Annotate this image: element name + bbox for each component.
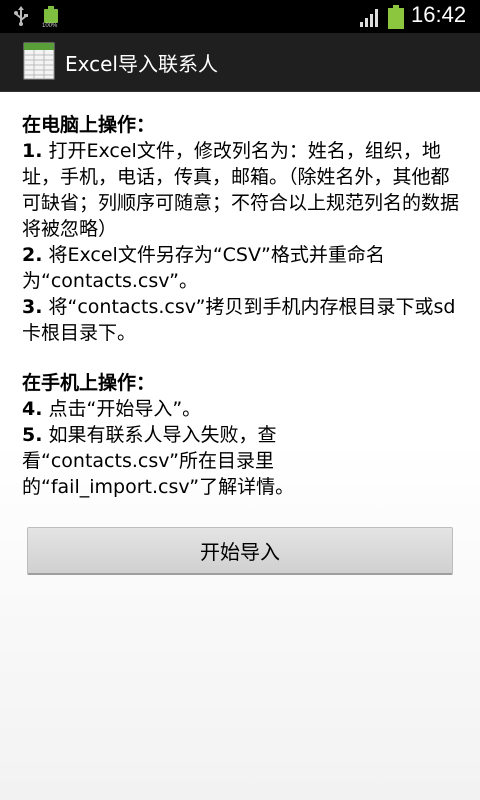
step-3-text: 将“contacts.csv”拷贝到手机内存根目录下或sd卡根目录下。 (22, 296, 456, 344)
battery-small-icon: 100% (42, 6, 58, 29)
battery-icon (388, 5, 404, 29)
step-1-text: 打开Excel文件，修改列名为：姓名，组织，地址，手机，电话，传真，邮箱。（除姓… (22, 140, 460, 240)
step-5-line-2: 看“contacts.csv”所在目录里 (22, 450, 274, 472)
step-3: 3. 将“contacts.csv”拷贝到手机内存根目录下或sd卡根目录下。 (22, 294, 462, 346)
step-5-line-1: 如果有联系人导入失败，查 (42, 424, 277, 446)
status-bar: 100% 16:42 (0, 0, 480, 33)
signal-icon (360, 9, 378, 27)
step-5-number: 5. (22, 424, 43, 446)
pc-heading: 在电脑上操作： (22, 114, 156, 136)
step-2-number: 2. (22, 244, 43, 266)
spreadsheet-app-icon (23, 42, 55, 80)
usb-icon (14, 6, 28, 26)
step-5: 5. 如果有联系人导入失败，查 (22, 422, 462, 448)
instructions-panel: 在电脑上操作： 1. 打开Excel文件，修改列名为：姓名，组织，地址，手机，电… (22, 112, 462, 500)
app-title: Excel导入联系人 (65, 52, 218, 76)
battery-small-percent: 100% (42, 23, 58, 29)
step-5-line-3: 的“fail_import.csv”了解详情。 (22, 476, 295, 498)
action-bar: Excel导入联系人 (0, 33, 480, 92)
step-3-number: 3. (22, 296, 43, 318)
step-4-number: 4. (22, 398, 43, 420)
start-import-button[interactable]: 开始导入 (27, 527, 453, 575)
step-2: 2. 将Excel文件另存为“CSV”格式并重命名为“contacts.csv”… (22, 242, 462, 294)
step-4-text: 点击“开始导入”。 (42, 398, 202, 420)
step-4: 4. 点击“开始导入”。 (22, 396, 462, 422)
step-2-text: 将Excel文件另存为“CSV”格式并重命名为“contacts.csv”。 (22, 244, 385, 292)
step-1: 1. 打开Excel文件，修改列名为：姓名，组织，地址，手机，电话，传真，邮箱。… (22, 138, 462, 242)
status-time: 16:42 (411, 2, 467, 27)
phone-heading: 在手机上操作： (22, 372, 156, 394)
step-1-number: 1. (22, 140, 43, 162)
